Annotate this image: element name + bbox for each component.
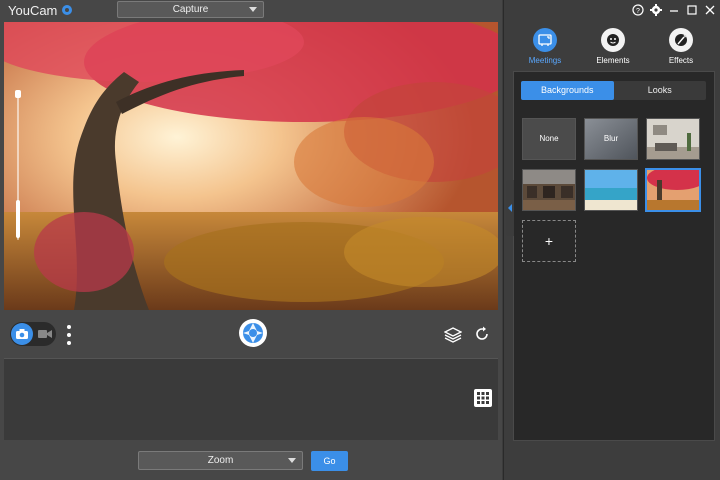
zoom-select[interactable]: Zoom [138,451,303,470]
app-title: YouCam [8,3,58,18]
tab-elements-label: Elements [596,56,630,65]
elements-icon [607,34,619,46]
layers-icon[interactable] [444,326,462,344]
minimize-icon[interactable] [668,4,680,16]
chevron-down-icon [249,7,257,12]
background-thumb-none[interactable]: None [522,118,576,160]
backgrounds-panel: Backgrounds Looks None Blur + [506,71,715,441]
background-thumb-cafe[interactable] [522,169,576,211]
shutter-button[interactable] [238,318,268,348]
background-thumb-living-room[interactable] [646,118,700,160]
mode-select[interactable]: Capture [117,1,264,18]
window-controls: ? [632,3,716,17]
tab-effects-label: Effects [668,56,694,65]
settings-icon[interactable] [650,4,662,16]
segment-looks[interactable]: Looks [614,81,707,100]
svg-text:?: ? [636,8,640,15]
more-options-icon[interactable] [66,323,72,347]
add-icon: + [544,233,554,249]
main-area: YouCam Capture Zoom Go [0,0,502,480]
camera-icon [16,329,28,339]
thumb-label: Blur [603,134,619,143]
maximize-icon[interactable] [686,4,698,16]
reset-icon[interactable] [474,326,490,342]
thumb-label: None [539,134,559,143]
meetings-icon [538,34,552,46]
chevron-left-icon [508,204,512,212]
right-panel: ? Meetings Elements Effects Backgrounds … [503,0,720,480]
chevron-down-icon [288,458,296,463]
tab-meetings[interactable]: Meetings [516,26,574,70]
help-icon[interactable]: ? [632,4,644,16]
tab-effects[interactable]: Effects [652,26,710,70]
grid-view-icon[interactable] [474,389,492,407]
background-thumb-autumn-forest[interactable] [645,168,701,212]
go-button[interactable]: Go [311,451,348,471]
zoom-select-value: Zoom [207,455,234,466]
photo-mode-button[interactable] [11,323,33,345]
beach-preview [585,170,637,210]
photo-video-toggle[interactable] [10,322,56,346]
close-icon[interactable] [704,4,716,16]
living-room-preview [647,119,699,159]
background-thumb-beach[interactable] [584,169,638,211]
settings-small-icon[interactable] [61,4,73,16]
autumn-forest-preview [647,170,699,210]
background-thumb-blur[interactable]: Blur [584,118,638,160]
collapse-panel-handle[interactable] [506,180,514,236]
zoom-slider-knob[interactable] [15,90,21,98]
panel-segment-control: Backgrounds Looks [521,81,706,100]
feature-tabs: Meetings Elements Effects [514,26,714,70]
effects-icon [675,34,687,46]
tab-meetings-label: Meetings [528,56,562,65]
capture-gallery [4,358,498,440]
camera-preview [4,22,498,310]
capture-controls [0,312,502,356]
tab-elements[interactable]: Elements [584,26,642,70]
zoom-slider[interactable] [14,90,22,240]
cafe-preview [523,170,575,210]
video-icon[interactable] [38,329,52,339]
zoom-slider-fill [16,200,20,238]
mode-select-value: Capture [172,4,209,15]
autumn-forest-scene [4,22,498,310]
segment-backgrounds[interactable]: Backgrounds [521,81,614,100]
add-background-button[interactable]: + [522,220,576,262]
